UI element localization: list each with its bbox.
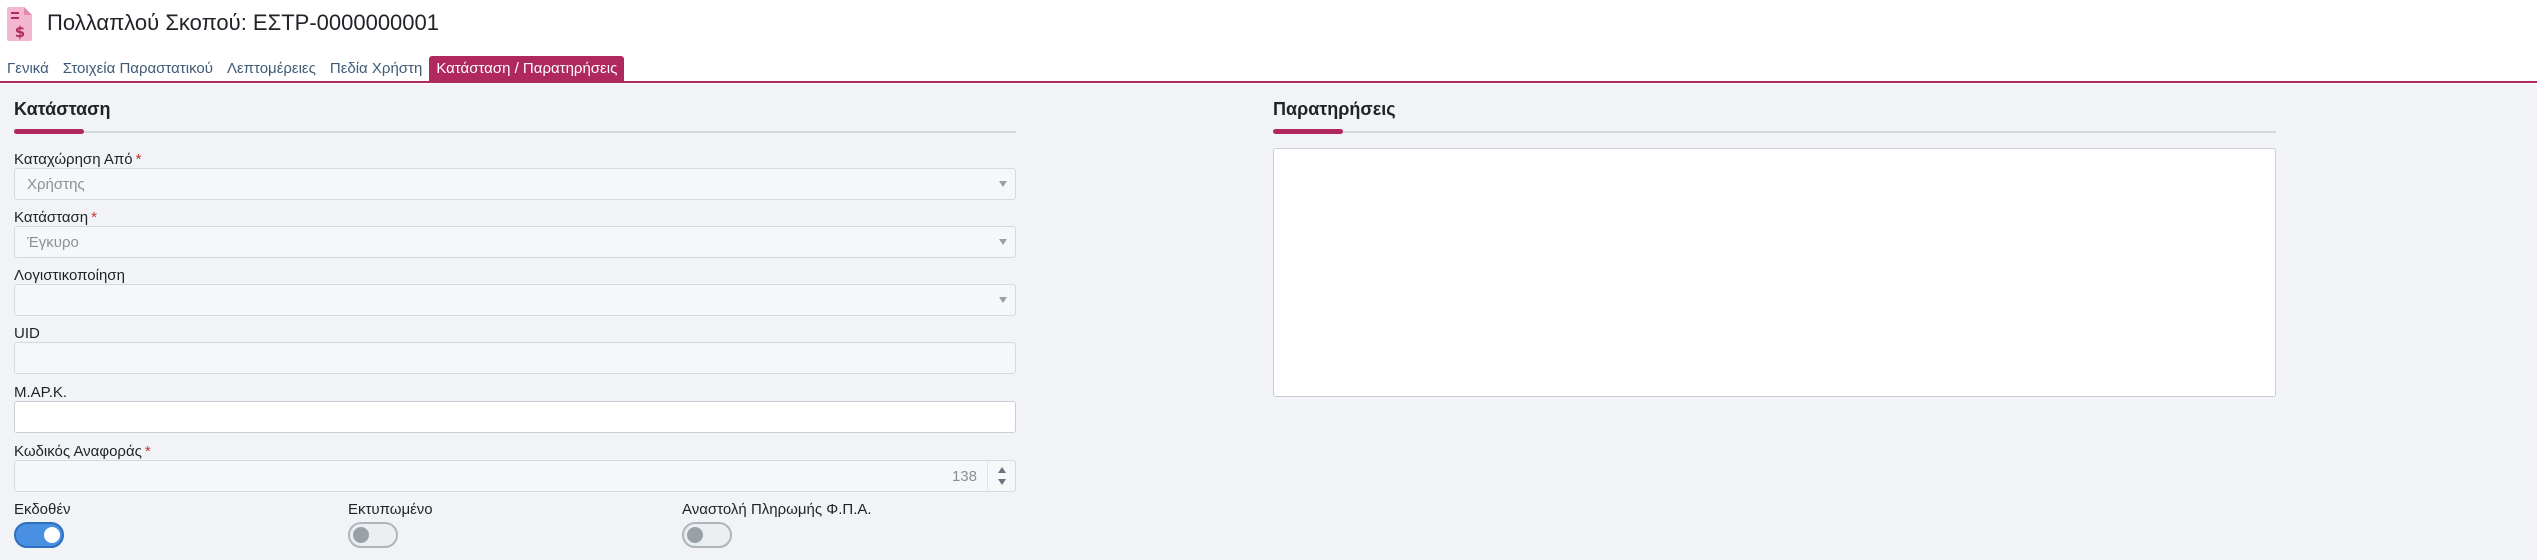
tab-bar: Γενικά Στοιχεία Παραστατικού Λεπτομέρειε… bbox=[0, 56, 625, 82]
accounting-label: Λογιστικοποίηση bbox=[14, 267, 125, 284]
printed-toggle[interactable] bbox=[348, 522, 398, 548]
mark-label: Μ.ΑΡ.Κ. bbox=[14, 384, 68, 401]
status-section-title: Κατάσταση bbox=[14, 99, 111, 119]
reference-code-label: Κωδικός Αναφοράς * bbox=[14, 443, 151, 460]
tab-general[interactable]: Γενικά bbox=[0, 56, 56, 82]
notes-textarea[interactable] bbox=[1273, 148, 2276, 397]
printed-label: Εκτυπωμένο bbox=[348, 501, 433, 518]
reference-code-input[interactable]: 138 bbox=[14, 460, 1016, 492]
mark-input[interactable] bbox=[14, 401, 1016, 433]
chevron-down-icon bbox=[999, 181, 1007, 187]
page-header: $ Πολλαπλού Σκοπού: ΕΣΤΡ-0000000001 Γενι… bbox=[0, 0, 2537, 84]
chevron-up-icon[interactable] bbox=[998, 467, 1006, 473]
toggle-knob bbox=[353, 527, 369, 543]
notes-section-rule bbox=[1273, 131, 2276, 133]
registered-by-select[interactable]: Χρήστης bbox=[14, 168, 1016, 200]
chevron-down-icon bbox=[999, 297, 1007, 303]
status-value: Έγκυρο bbox=[27, 234, 79, 251]
notes-section-title: Παρατηρήσεις bbox=[1273, 99, 1396, 119]
issued-toggle[interactable] bbox=[14, 522, 64, 548]
vat-suspension-toggle[interactable] bbox=[682, 522, 732, 548]
registered-by-label: Καταχώρηση Από * bbox=[14, 151, 142, 168]
tab-status-notes[interactable]: Κατάσταση / Παρατηρήσεις bbox=[429, 56, 625, 82]
reference-code-value: 138 bbox=[951, 468, 977, 485]
page-title: Πολλαπλού Σκοπού: ΕΣΤΡ-0000000001 bbox=[47, 10, 439, 35]
tab-document-details[interactable]: Στοιχεία Παραστατικού bbox=[56, 56, 220, 82]
invoice-dollar-icon: $ bbox=[7, 7, 32, 41]
tab-underline bbox=[0, 81, 2537, 83]
chevron-down-icon bbox=[999, 239, 1007, 245]
status-section-accent bbox=[14, 129, 84, 134]
toggle-knob bbox=[44, 527, 60, 543]
tab-user-fields[interactable]: Πεδία Χρήστη bbox=[323, 56, 429, 82]
chevron-down-icon[interactable] bbox=[998, 479, 1006, 485]
issued-label: Εκδοθέν bbox=[14, 501, 71, 518]
status-select[interactable]: Έγκυρο bbox=[14, 226, 1016, 258]
status-section-rule bbox=[14, 131, 1016, 133]
uid-label: UID bbox=[14, 325, 40, 342]
registered-by-value: Χρήστης bbox=[27, 176, 85, 193]
toggle-knob bbox=[687, 527, 703, 543]
notes-section-accent bbox=[1273, 129, 1343, 134]
svg-text:$: $ bbox=[15, 23, 25, 41]
accounting-select[interactable] bbox=[14, 284, 1016, 316]
number-stepper[interactable] bbox=[987, 461, 1015, 491]
status-label: Κατάσταση * bbox=[14, 209, 97, 226]
uid-input[interactable] bbox=[14, 342, 1016, 374]
tab-details[interactable]: Λεπτομέρειες bbox=[220, 56, 323, 82]
vat-suspension-label: Αναστολή Πληρωμής Φ.Π.Α. bbox=[682, 501, 872, 518]
